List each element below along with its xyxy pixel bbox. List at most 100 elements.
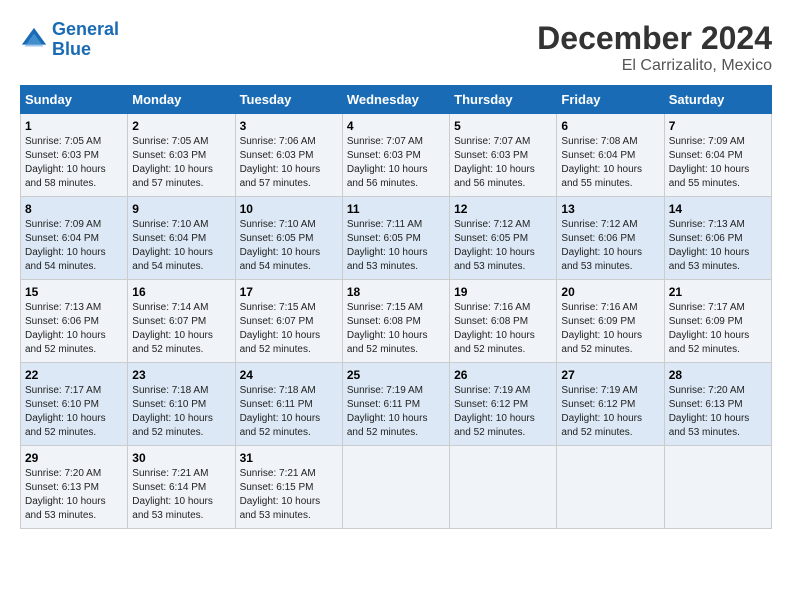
col-thursday: Thursday: [450, 86, 557, 114]
day-info: Sunrise: 7:19 AM Sunset: 6:12 PM Dayligh…: [561, 384, 659, 440]
day-number: 22: [25, 368, 123, 382]
day-number: 19: [454, 285, 552, 299]
day-number: 4: [347, 119, 445, 133]
day-info: Sunrise: 7:09 AM Sunset: 6:04 PM Dayligh…: [25, 218, 123, 274]
day-info: Sunrise: 7:09 AM Sunset: 6:04 PM Dayligh…: [669, 135, 767, 191]
calendar-cell: [557, 446, 664, 529]
day-info: Sunrise: 7:20 AM Sunset: 6:13 PM Dayligh…: [25, 467, 123, 523]
day-number: 26: [454, 368, 552, 382]
logo: General Blue: [20, 20, 119, 60]
calendar-body: 1 Sunrise: 7:05 AM Sunset: 6:03 PM Daylig…: [21, 114, 772, 529]
col-wednesday: Wednesday: [342, 86, 449, 114]
day-info: Sunrise: 7:18 AM Sunset: 6:11 PM Dayligh…: [240, 384, 338, 440]
calendar-cell: 9 Sunrise: 7:10 AM Sunset: 6:04 PM Daylig…: [128, 197, 235, 280]
calendar-row: 29Sunrise: 7:20 AM Sunset: 6:13 PM Dayli…: [21, 446, 772, 529]
calendar-cell: 2 Sunrise: 7:05 AM Sunset: 6:03 PM Daylig…: [128, 114, 235, 197]
day-info: Sunrise: 7:16 AM Sunset: 6:08 PM Dayligh…: [454, 301, 552, 357]
calendar-cell: 7 Sunrise: 7:09 AM Sunset: 6:04 PM Daylig…: [664, 114, 771, 197]
calendar-header: Sunday Monday Tuesday Wednesday Thursday…: [21, 86, 772, 114]
logo-text: General Blue: [52, 20, 119, 60]
col-friday: Friday: [557, 86, 664, 114]
day-number: 11: [347, 202, 445, 216]
day-number: 21: [669, 285, 767, 299]
day-info: Sunrise: 7:17 AM Sunset: 6:10 PM Dayligh…: [25, 384, 123, 440]
day-number: 2: [132, 119, 230, 133]
calendar-cell: 31 Sunrise: 7:21 AM Sunset: 6:15 PM Dayli…: [235, 446, 342, 529]
day-number: 8: [25, 202, 123, 216]
calendar-cell: 4 Sunrise: 7:07 AM Sunset: 6:03 PM Daylig…: [342, 114, 449, 197]
day-info: Sunrise: 7:05 AM Sunset: 6:03 PM Dayligh…: [25, 135, 123, 191]
day-number: 1: [25, 119, 123, 133]
day-number: 20: [561, 285, 659, 299]
day-info: Sunrise: 7:19 AM Sunset: 6:11 PM Dayligh…: [347, 384, 445, 440]
day-info: Sunrise: 7:20 AM Sunset: 6:13 PM Dayligh…: [669, 384, 767, 440]
calendar-row: 15 Sunrise: 7:13 AM Sunset: 6:06 PM Dayli…: [21, 280, 772, 363]
calendar-cell: 8 Sunrise: 7:09 AM Sunset: 6:04 PM Daylig…: [21, 197, 128, 280]
calendar-cell: 19 Sunrise: 7:16 AM Sunset: 6:08 PM Dayli…: [450, 280, 557, 363]
day-number: 27: [561, 368, 659, 382]
day-number: 17: [240, 285, 338, 299]
col-monday: Monday: [128, 86, 235, 114]
calendar-table: Sunday Monday Tuesday Wednesday Thursday…: [20, 85, 772, 529]
day-info: Sunrise: 7:07 AM Sunset: 6:03 PM Dayligh…: [454, 135, 552, 191]
day-info: Sunrise: 7:21 AM Sunset: 6:14 PM Dayligh…: [132, 467, 230, 523]
title-area: December 2024 El Carrizalito, Mexico: [537, 20, 772, 75]
day-info: Sunrise: 7:08 AM Sunset: 6:04 PM Dayligh…: [561, 135, 659, 191]
logo-icon: [20, 26, 48, 54]
calendar-cell: 14Sunrise: 7:13 AM Sunset: 6:06 PM Dayli…: [664, 197, 771, 280]
day-number: 6: [561, 119, 659, 133]
day-number: 9: [132, 202, 230, 216]
calendar-row: 22 Sunrise: 7:17 AM Sunset: 6:10 PM Dayli…: [21, 363, 772, 446]
day-number: 15: [25, 285, 123, 299]
day-number: 23: [132, 368, 230, 382]
calendar-cell: 11Sunrise: 7:11 AM Sunset: 6:05 PM Dayli…: [342, 197, 449, 280]
day-info: Sunrise: 7:15 AM Sunset: 6:08 PM Dayligh…: [347, 301, 445, 357]
calendar-cell: 10Sunrise: 7:10 AM Sunset: 6:05 PM Dayli…: [235, 197, 342, 280]
calendar-cell: 21 Sunrise: 7:17 AM Sunset: 6:09 PM Dayli…: [664, 280, 771, 363]
day-info: Sunrise: 7:07 AM Sunset: 6:03 PM Dayligh…: [347, 135, 445, 191]
day-number: 30: [132, 451, 230, 465]
calendar-cell: 28 Sunrise: 7:20 AM Sunset: 6:13 PM Dayli…: [664, 363, 771, 446]
calendar-cell: [664, 446, 771, 529]
calendar-cell: 15 Sunrise: 7:13 AM Sunset: 6:06 PM Dayli…: [21, 280, 128, 363]
day-number: 16: [132, 285, 230, 299]
col-tuesday: Tuesday: [235, 86, 342, 114]
day-info: Sunrise: 7:10 AM Sunset: 6:04 PM Dayligh…: [132, 218, 230, 274]
day-number: 5: [454, 119, 552, 133]
day-number: 28: [669, 368, 767, 382]
calendar-cell: 5 Sunrise: 7:07 AM Sunset: 6:03 PM Daylig…: [450, 114, 557, 197]
day-number: 3: [240, 119, 338, 133]
calendar-cell: 29Sunrise: 7:20 AM Sunset: 6:13 PM Dayli…: [21, 446, 128, 529]
day-info: Sunrise: 7:12 AM Sunset: 6:06 PM Dayligh…: [561, 218, 659, 274]
calendar-cell: 22 Sunrise: 7:17 AM Sunset: 6:10 PM Dayli…: [21, 363, 128, 446]
day-number: 18: [347, 285, 445, 299]
col-saturday: Saturday: [664, 86, 771, 114]
col-sunday: Sunday: [21, 86, 128, 114]
calendar-cell: 26Sunrise: 7:19 AM Sunset: 6:12 PM Dayli…: [450, 363, 557, 446]
day-info: Sunrise: 7:05 AM Sunset: 6:03 PM Dayligh…: [132, 135, 230, 191]
calendar-cell: 20Sunrise: 7:16 AM Sunset: 6:09 PM Dayli…: [557, 280, 664, 363]
calendar-cell: 3Sunrise: 7:06 AM Sunset: 6:03 PM Daylig…: [235, 114, 342, 197]
calendar-cell: 24Sunrise: 7:18 AM Sunset: 6:11 PM Dayli…: [235, 363, 342, 446]
calendar-cell: 27 Sunrise: 7:19 AM Sunset: 6:12 PM Dayli…: [557, 363, 664, 446]
calendar-cell: 12 Sunrise: 7:12 AM Sunset: 6:05 PM Dayli…: [450, 197, 557, 280]
day-info: Sunrise: 7:13 AM Sunset: 6:06 PM Dayligh…: [25, 301, 123, 357]
day-info: Sunrise: 7:12 AM Sunset: 6:05 PM Dayligh…: [454, 218, 552, 274]
day-number: 31: [240, 451, 338, 465]
calendar-cell: [450, 446, 557, 529]
day-number: 14: [669, 202, 767, 216]
day-number: 7: [669, 119, 767, 133]
page-container: General Blue December 2024 El Carrizalit…: [20, 20, 772, 529]
calendar-cell: 23Sunrise: 7:18 AM Sunset: 6:10 PM Dayli…: [128, 363, 235, 446]
day-number: 25: [347, 368, 445, 382]
day-number: 12: [454, 202, 552, 216]
page-subtitle: El Carrizalito, Mexico: [537, 57, 772, 75]
header: General Blue December 2024 El Carrizalit…: [20, 20, 772, 75]
calendar-cell: 13Sunrise: 7:12 AM Sunset: 6:06 PM Dayli…: [557, 197, 664, 280]
page-title: December 2024: [537, 20, 772, 57]
calendar-cell: 16Sunrise: 7:14 AM Sunset: 6:07 PM Dayli…: [128, 280, 235, 363]
day-info: Sunrise: 7:21 AM Sunset: 6:15 PM Dayligh…: [240, 467, 338, 523]
calendar-cell: 6 Sunrise: 7:08 AM Sunset: 6:04 PM Daylig…: [557, 114, 664, 197]
day-info: Sunrise: 7:17 AM Sunset: 6:09 PM Dayligh…: [669, 301, 767, 357]
calendar-row: 8 Sunrise: 7:09 AM Sunset: 6:04 PM Daylig…: [21, 197, 772, 280]
